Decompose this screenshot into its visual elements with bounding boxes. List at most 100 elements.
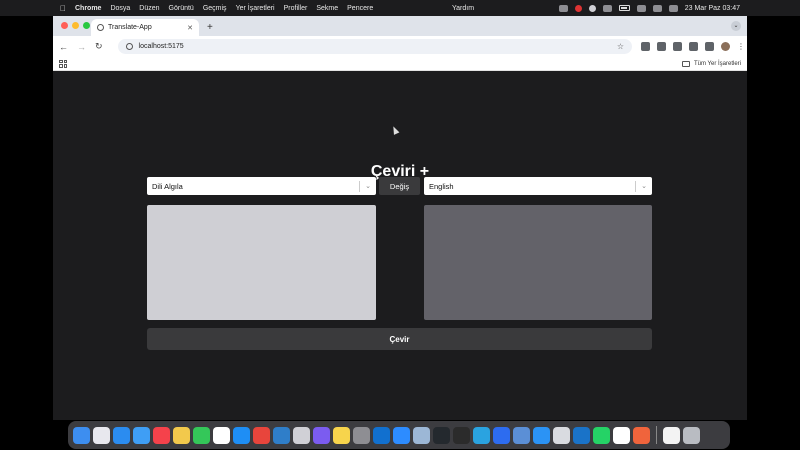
whatsapp-icon[interactable] <box>593 426 610 444</box>
target-language-value: English <box>429 181 454 191</box>
source-language-select[interactable]: Dili Algıla ⌄ <box>147 177 376 195</box>
macos-menubar:  Chrome Dosya Düzen Görüntü Geçmiş Yer … <box>0 0 800 16</box>
mail-icon[interactable] <box>133 426 150 444</box>
profile-avatar[interactable] <box>721 42 730 51</box>
menu-item-view[interactable]: Görüntü <box>169 5 194 12</box>
preview-icon[interactable] <box>413 426 430 444</box>
target-language-select[interactable]: English ⌄ <box>424 177 652 195</box>
extension-icon-1[interactable] <box>641 42 650 51</box>
visual-studio-icon[interactable] <box>573 426 590 444</box>
translate-button[interactable]: Çevir <box>147 328 652 350</box>
url-text[interactable]: localhost:5175 <box>139 43 611 50</box>
telegram-icon[interactable] <box>473 426 490 444</box>
page-content: Çeviri + Dili Algıla ⌄ Değiş English ⌄ Ç… <box>53 73 747 420</box>
apps-grid-icon[interactable] <box>59 59 67 68</box>
site-info-icon[interactable] <box>125 43 133 50</box>
extensions-puzzle-icon[interactable] <box>705 42 714 51</box>
facetime-icon[interactable] <box>193 426 210 444</box>
extension-icon-3[interactable] <box>689 42 698 51</box>
system-settings-icon[interactable] <box>353 426 370 444</box>
chevron-down-icon[interactable]: ⌄ <box>641 182 647 190</box>
menu-item-history[interactable]: Geçmiş <box>203 5 227 12</box>
browser-window: Translate-App ✕ + ⌄ ← → ↻ localhost:5175… <box>53 16 747 420</box>
github-icon[interactable] <box>433 426 450 444</box>
globe-icon <box>97 24 104 31</box>
battery-icon[interactable] <box>618 5 630 11</box>
close-tab-icon[interactable]: ✕ <box>187 24 193 32</box>
zoom-meet-icon[interactable] <box>493 426 510 444</box>
macos-dock <box>68 421 730 449</box>
slack-icon[interactable] <box>613 426 630 444</box>
quicktime-icon[interactable] <box>293 426 310 444</box>
pen-extension-icon[interactable] <box>673 42 682 51</box>
chrome-icon[interactable] <box>253 426 270 444</box>
notes-icon[interactable] <box>333 426 350 444</box>
minimize-window-button[interactable] <box>72 22 79 29</box>
status-icon-2[interactable] <box>588 4 596 12</box>
menu-item-help[interactable]: Yardım <box>452 5 474 12</box>
close-window-button[interactable] <box>61 22 68 29</box>
status-icon-1[interactable] <box>558 4 568 12</box>
dock-separator <box>656 426 657 444</box>
browser-toolbar: ← → ↻ localhost:5175 ☆ ⋮ <box>53 36 747 57</box>
bookmarks-bar: Tüm Yer İşaretleri <box>53 57 747 71</box>
source-text-input[interactable] <box>147 205 376 320</box>
wifi-icon[interactable] <box>636 4 646 12</box>
swap-languages-button[interactable]: Değiş <box>379 177 420 195</box>
menu-item-profiles[interactable]: Profiller <box>284 5 308 12</box>
reload-icon[interactable]: ↻ <box>95 41 103 52</box>
address-bar[interactable]: localhost:5175 ☆ <box>117 39 632 54</box>
font-book-icon[interactable] <box>553 426 570 444</box>
menu-item-bookmarks[interactable]: Yer İşaretleri <box>236 5 275 12</box>
terminal-icon[interactable] <box>453 426 470 444</box>
status-icon-3[interactable] <box>602 4 612 12</box>
menubar-clock[interactable]: 23 Mar Paz 03:47 <box>685 5 740 12</box>
app-store-icon[interactable] <box>233 426 250 444</box>
source-language-value: Dili Algıla <box>152 181 183 191</box>
all-bookmarks-button[interactable]: Tüm Yer İşaretleri <box>681 60 741 67</box>
menu-app-name[interactable]: Chrome <box>75 5 101 12</box>
vscode-icon[interactable] <box>273 426 290 444</box>
menu-item-file[interactable]: Dosya <box>110 5 130 12</box>
new-tab-icon[interactable]: + <box>207 22 213 33</box>
swift-icon[interactable] <box>633 426 650 444</box>
control-center-icon[interactable] <box>668 4 678 12</box>
translation-output <box>424 205 652 320</box>
folder-icon <box>681 60 690 67</box>
menu-item-window[interactable]: Pencere <box>347 5 373 12</box>
tab-title: Translate-App <box>108 24 152 31</box>
select-separator <box>635 180 637 192</box>
finder-icon[interactable] <box>73 426 90 444</box>
extension-icon-2[interactable] <box>657 42 666 51</box>
zoom-icon[interactable] <box>393 426 410 444</box>
music-icon[interactable] <box>153 426 170 444</box>
menu-item-tab[interactable]: Sekme <box>316 5 338 12</box>
safari-icon[interactable] <box>113 426 130 444</box>
imovie-icon[interactable] <box>313 426 330 444</box>
chevron-down-icon[interactable]: ⌄ <box>365 182 371 190</box>
zoom-window-button[interactable] <box>83 22 90 29</box>
all-bookmarks-label: Tüm Yer İşaretleri <box>693 60 741 67</box>
menu-item-edit[interactable]: Düzen <box>139 5 159 12</box>
back-icon[interactable]: ← <box>59 42 68 52</box>
apple-menu-icon[interactable]:  <box>60 4 66 13</box>
outlook-icon[interactable] <box>373 426 390 444</box>
textedit-icon[interactable] <box>663 426 680 444</box>
forward-icon[interactable]: → <box>77 42 86 52</box>
spotlight-icon[interactable] <box>652 4 662 12</box>
browser-tab[interactable]: Translate-App ✕ <box>91 19 199 36</box>
bookmark-star-icon[interactable]: ☆ <box>617 42 624 51</box>
tab-bar: Translate-App ✕ + ⌄ <box>53 16 747 36</box>
select-separator <box>359 180 361 192</box>
more-menu-icon[interactable]: ⋮ <box>737 42 745 51</box>
tab-search-icon[interactable]: ⌄ <box>731 21 741 31</box>
extensions-area: ⋮ <box>641 42 745 51</box>
launchpad-icon[interactable] <box>93 426 110 444</box>
photos-icon[interactable] <box>173 426 190 444</box>
calendar-icon[interactable] <box>213 426 230 444</box>
trash-icon[interactable] <box>683 426 700 444</box>
record-icon[interactable] <box>574 4 582 12</box>
xcode-icon[interactable] <box>533 426 550 444</box>
mouse-cursor <box>390 125 400 135</box>
screenshot-icon[interactable] <box>513 426 530 444</box>
